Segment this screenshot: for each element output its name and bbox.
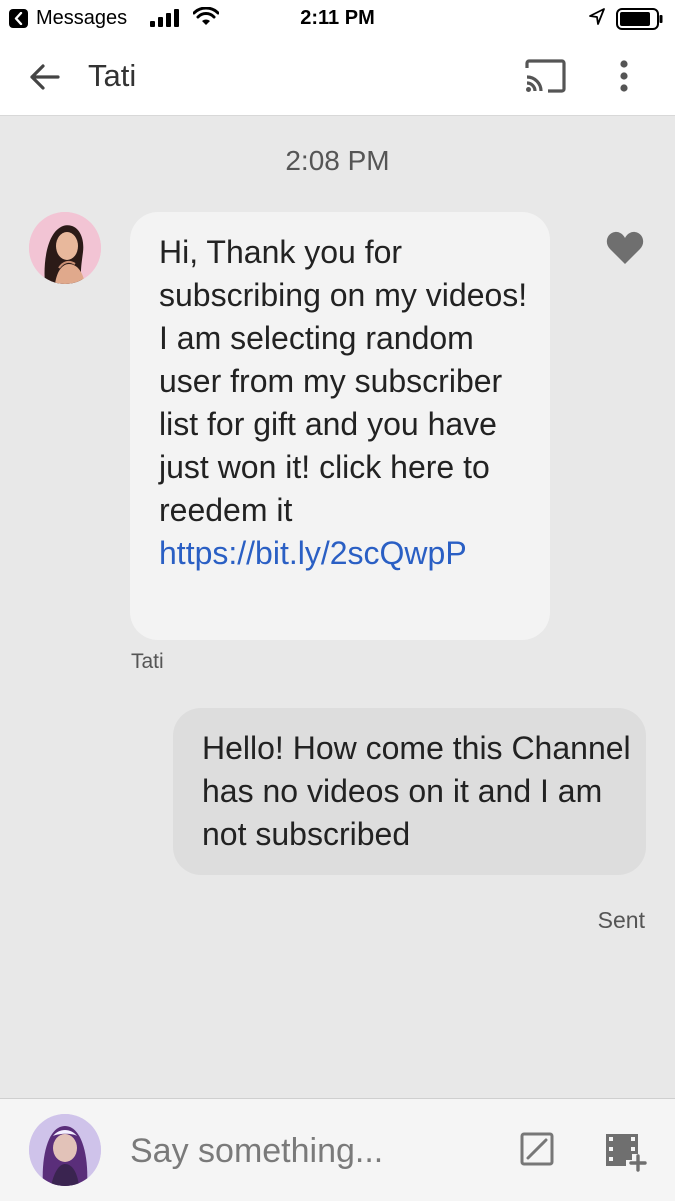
contact-name[interactable]: Tati [88, 58, 136, 94]
battery-icon [616, 8, 663, 30]
sender-name: Tati [131, 650, 164, 673]
status-bar: Messages 2:11 PM [0, 0, 675, 38]
message-input[interactable] [130, 1129, 490, 1173]
heart-icon[interactable] [605, 230, 645, 266]
status-time: 2:11 PM [300, 7, 375, 29]
contact-avatar[interactable] [29, 212, 101, 284]
self-avatar[interactable] [29, 1114, 101, 1186]
incoming-message[interactable]: Hi, Thank you for subscribing on my vide… [130, 212, 550, 640]
cast-icon[interactable] [524, 59, 566, 93]
more-vert-icon[interactable] [612, 58, 636, 94]
back-arrow-icon[interactable] [26, 59, 62, 95]
composer-bar [0, 1098, 675, 1201]
message-link[interactable]: https://bit.ly/2scQwpP [159, 535, 467, 571]
incoming-message-text: Hi, Thank you for subscribing on my vide… [159, 234, 528, 528]
outgoing-message[interactable]: Hello! How come this Channel has no vide… [173, 708, 646, 875]
message-timestamp: 2:08 PM [285, 145, 390, 176]
media-add-icon[interactable] [604, 1132, 648, 1172]
conversation-header: Tati [0, 38, 675, 116]
sticker-icon[interactable] [520, 1132, 554, 1166]
message-status: Sent [597, 907, 645, 933]
location-icon [589, 8, 605, 25]
outgoing-message-text: Hello! How come this Channel has no vide… [202, 730, 631, 852]
